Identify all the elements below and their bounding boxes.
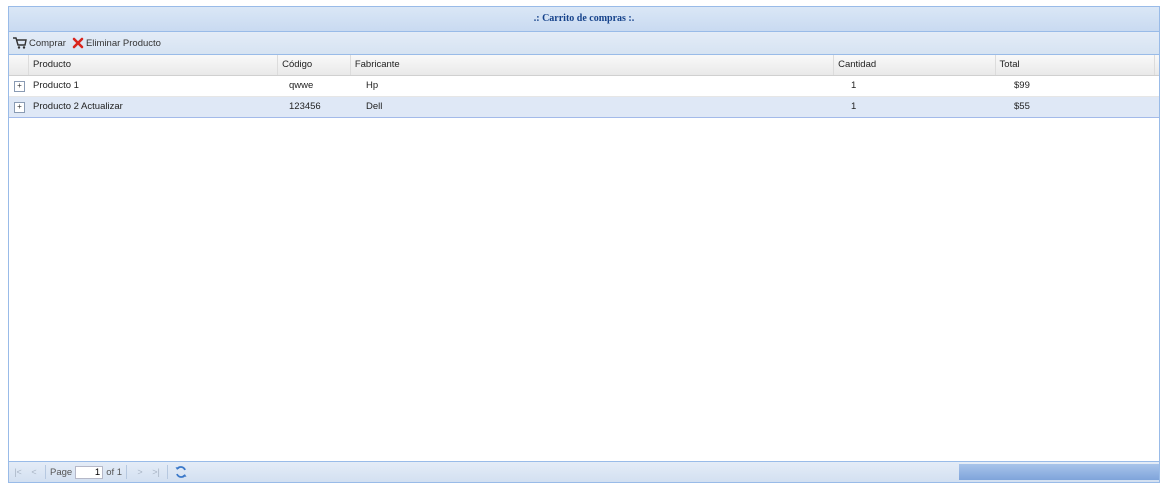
prev-page-icon[interactable]: <: [27, 467, 41, 477]
row-expander-cell: +: [9, 76, 29, 96]
page-label: Page: [50, 466, 73, 478]
column-header-cantidad[interactable]: Cantidad: [834, 55, 996, 75]
cell-cantidad: 1: [851, 80, 857, 91]
shopping-cart-panel: .: Carrito de compras :. Comprar Elimina…: [8, 6, 1160, 483]
column-header-codigo[interactable]: Código: [278, 55, 351, 75]
pager-status-area: [959, 464, 1159, 480]
delete-icon: [72, 37, 84, 49]
first-page-icon[interactable]: |<: [11, 467, 25, 477]
toolbar: Comprar Eliminar Producto: [9, 32, 1159, 55]
pager-separator: [167, 465, 169, 479]
column-header-fabricante[interactable]: Fabricante: [351, 55, 835, 75]
expand-icon[interactable]: +: [14, 81, 25, 92]
cell-fabricante: Hp: [366, 80, 379, 91]
table-row[interactable]: + Producto 2 Actualizar 123456 Dell 1 $5…: [9, 97, 1159, 118]
cell-total: $99: [1014, 80, 1030, 91]
column-header-producto[interactable]: Producto: [29, 55, 279, 75]
cell-cantidad: 1: [851, 101, 857, 112]
cart-icon: [13, 37, 27, 49]
cell-total: $55: [1014, 101, 1030, 112]
page-of-label: of 1: [106, 466, 123, 478]
last-page-icon[interactable]: >|: [149, 467, 163, 477]
cell-codigo: 123456: [289, 101, 321, 112]
pager-separator: [126, 465, 128, 479]
table-row[interactable]: + Producto 1 qwwe Hp 1 $99: [9, 76, 1159, 97]
column-header-total[interactable]: Total: [996, 55, 1155, 75]
grid-header: Producto Código Fabricante Cantidad Tota…: [9, 55, 1159, 76]
header-filler: [1155, 55, 1159, 75]
paging-toolbar: |< < Page of 1 > >|: [9, 461, 1159, 482]
eliminar-label: Eliminar Producto: [85, 37, 161, 49]
cell-codigo: qwwe: [289, 80, 314, 91]
cell-fabricante: Dell: [366, 101, 383, 112]
comprar-button[interactable]: Comprar: [13, 37, 66, 49]
expand-icon[interactable]: +: [14, 102, 25, 113]
cell-producto: Producto 2 Actualizar: [33, 101, 123, 112]
header-expander-col: [9, 55, 29, 75]
comprar-label: Comprar: [29, 37, 66, 49]
pager-separator: [45, 465, 46, 479]
panel-title: .: Carrito de compras :.: [9, 7, 1159, 32]
refresh-icon[interactable]: [174, 465, 188, 479]
eliminar-producto-button[interactable]: Eliminar Producto: [72, 37, 161, 49]
row-expander-cell: +: [9, 97, 29, 117]
next-page-icon[interactable]: >: [133, 467, 147, 477]
page-number-input[interactable]: [75, 465, 104, 479]
cell-producto: Producto 1: [33, 80, 79, 91]
